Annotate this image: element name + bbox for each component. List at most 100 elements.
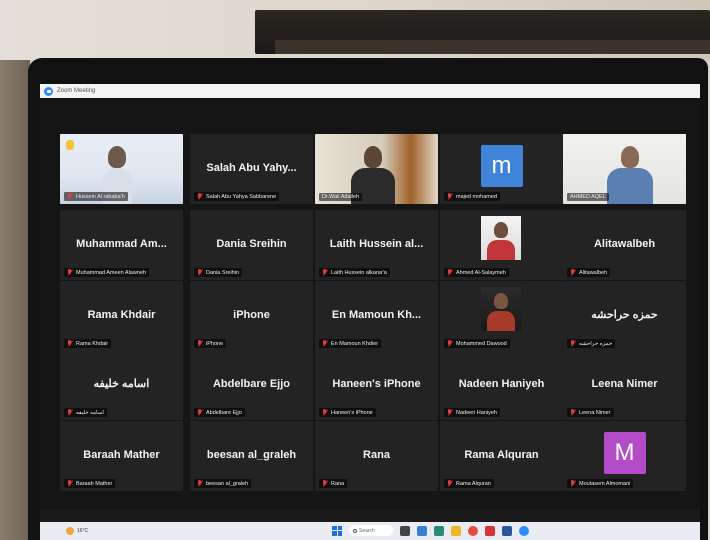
participant-name-label: Rana <box>319 479 348 488</box>
window-title: Zoom Meeting <box>57 88 96 94</box>
zoom-taskbar-icon[interactable] <box>519 525 529 536</box>
participant-tile[interactable]: Mohammed Dawood <box>440 281 563 351</box>
participant-display-name: Nadeen Haniyeh <box>458 377 545 390</box>
participant-name: Mohammed Dawood <box>456 340 507 347</box>
participant-tile[interactable]: Haneen's iPhone Haneen's iPhone <box>315 350 438 420</box>
participant-name: En Mamoun Khdier <box>331 340 379 347</box>
muted-mic-icon <box>447 409 453 416</box>
participant-name: Rana <box>331 480 345 487</box>
chat-icon[interactable] <box>417 525 427 536</box>
muted-mic-icon <box>67 409 73 416</box>
participant-name-label: Rama Alquran <box>444 479 494 488</box>
participant-tile[interactable]: Abdelbare Ejjo Abdelbare Ejjo <box>190 350 313 420</box>
participant-tile[interactable]: En Mamoun Kh... En Mamoun Khdier <box>315 281 438 351</box>
weather-widget[interactable]: 16°C <box>66 527 88 535</box>
zoom-logo-icon <box>44 86 53 96</box>
participant-name: Moutasem Almomani <box>579 480 631 487</box>
participant-tile[interactable]: AHMED AQEL <box>563 134 686 204</box>
room-left-edge <box>0 60 30 540</box>
participant-tile[interactable]: Ahmed Al-Salaymeh <box>440 210 563 280</box>
participant-tile[interactable]: Leena Nimer Leena Nimer <box>563 350 686 420</box>
participant-name-label: majed mohamed <box>444 192 500 201</box>
participant-tile[interactable]: Rama Alquran Rama Alquran <box>440 421 563 491</box>
taskbar-search[interactable]: Search <box>349 525 393 536</box>
participant-name: Ahmed Al-Salaymeh <box>456 269 506 276</box>
taskbar-apps: Search <box>332 525 529 536</box>
avatar-initial: m <box>480 145 523 188</box>
muted-mic-icon <box>447 193 453 200</box>
participant-tile[interactable]: Dania Sreihin Dania Sreihin <box>190 210 313 280</box>
participant-name: beesan al_graleh <box>206 480 249 487</box>
profile-photo <box>481 216 521 260</box>
participant-name: حمزه حراحشه <box>579 340 613 347</box>
participant-tile[interactable]: اسامه خليفه اسامه خليفه <box>60 350 183 420</box>
muted-mic-icon <box>322 269 328 276</box>
participant-tile[interactable]: Dr.Wail Adaileh <box>315 134 438 204</box>
edge-browser-icon[interactable] <box>434 525 444 536</box>
participant-tile[interactable]: Baraah Mather Baraah Mather <box>60 421 183 491</box>
participant-name-label: Rama Khdair <box>64 339 112 348</box>
participant-name-label: Dania Sreihin <box>194 268 243 277</box>
muted-mic-icon <box>322 409 328 416</box>
participant-tile[interactable]: iPhone iPhone <box>190 281 313 351</box>
muted-mic-icon <box>570 269 576 276</box>
participant-name-label: iPhone <box>194 339 227 348</box>
person-head <box>621 146 639 168</box>
participant-name-label: Nadeen Haniyeh <box>444 408 500 417</box>
participant-name: Haneen's iPhone <box>331 409 373 416</box>
participant-name-label: Ahmed Al-Salaymeh <box>444 268 509 277</box>
participant-tile[interactable]: Rama Khdair Rama Khdair <box>60 281 183 351</box>
muted-mic-icon <box>447 340 453 347</box>
muted-mic-icon <box>197 269 203 276</box>
weather-icon <box>66 527 74 535</box>
participant-tile[interactable]: beesan al_graleh beesan al_graleh <box>190 421 313 491</box>
participant-name: Hussein Al rababa'h <box>76 193 125 200</box>
participant-display-name: Alitawalbeh <box>593 237 656 250</box>
person-head <box>494 293 508 309</box>
participant-name: Alitawalbeh <box>579 269 608 276</box>
participant-name-label: حمزه حراحشه <box>567 339 616 348</box>
participant-name-label: AHMED AQEL <box>567 193 609 201</box>
participant-name: Dania Sreihin <box>206 269 240 276</box>
participant-tile[interactable]: Alitawalbeh Alitawalbeh <box>563 210 686 280</box>
word-icon[interactable] <box>502 525 512 536</box>
participant-display-name: Muhammad Am... <box>76 237 167 250</box>
participant-name-label: Moutasem Almomani <box>567 479 634 488</box>
muted-mic-icon <box>197 340 203 347</box>
chrome-icon[interactable] <box>468 525 478 536</box>
gallery-view: Hussein Al rababa'h Salah Abu Yahy... Sala… <box>40 98 700 510</box>
participant-tile[interactable]: Muhammad Am... Muhammad Ameen Alawneh <box>60 210 183 280</box>
participant-name: majed mohamed <box>456 193 497 200</box>
participant-tile[interactable]: Hussein Al rababa'h <box>60 134 183 204</box>
file-explorer-icon[interactable] <box>451 525 461 536</box>
profile-photo <box>481 287 521 331</box>
participant-name: Muhammad Ameen Alawneh <box>76 269 147 276</box>
task-view-icon[interactable] <box>400 525 410 536</box>
participant-tile[interactable]: Laith Hussein al... Laith Hussein alkarar… <box>315 210 438 280</box>
room-shelf-edge <box>275 40 710 54</box>
search-icon <box>353 528 357 533</box>
muted-mic-icon <box>197 193 203 200</box>
muted-mic-icon <box>67 340 73 347</box>
participant-tile[interactable]: M Moutasem Almomani <box>563 421 686 491</box>
participant-tile[interactable]: m majed mohamed <box>440 134 563 204</box>
participant-display-name: Baraah Mather <box>83 448 160 461</box>
participant-name-label: Dr.Wail Adaileh <box>319 193 363 201</box>
participant-display-name: Laith Hussein al... <box>329 237 424 250</box>
participant-tile[interactable]: حمزه حراحشه حمزه حراحشه <box>563 281 686 351</box>
participant-tile[interactable]: Rana Rana <box>315 421 438 491</box>
muted-mic-icon <box>570 409 576 416</box>
person-body <box>487 240 515 260</box>
participant-name: Dr.Wail Adaileh <box>322 194 360 200</box>
participant-name-label: Laith Hussein alkarar'a <box>319 268 390 277</box>
participant-name-label: En Mamoun Khdier <box>319 339 382 348</box>
participant-name: Nadeen Haniyeh <box>456 409 497 416</box>
participant-name-label: Baraah Mather <box>64 479 116 488</box>
pdf-app-icon[interactable] <box>485 525 495 536</box>
participant-tile[interactable]: Nadeen Haniyeh Nadeen Haniyeh <box>440 350 563 420</box>
windows-start-icon[interactable] <box>332 525 342 536</box>
participant-tile[interactable]: Salah Abu Yahy... Salah Abu Yahya Sabbare… <box>190 134 313 204</box>
participant-display-name: حمزه حراحشه <box>591 309 658 322</box>
participant-display-name: Dania Sreihin <box>216 237 287 250</box>
person-head <box>364 146 382 168</box>
